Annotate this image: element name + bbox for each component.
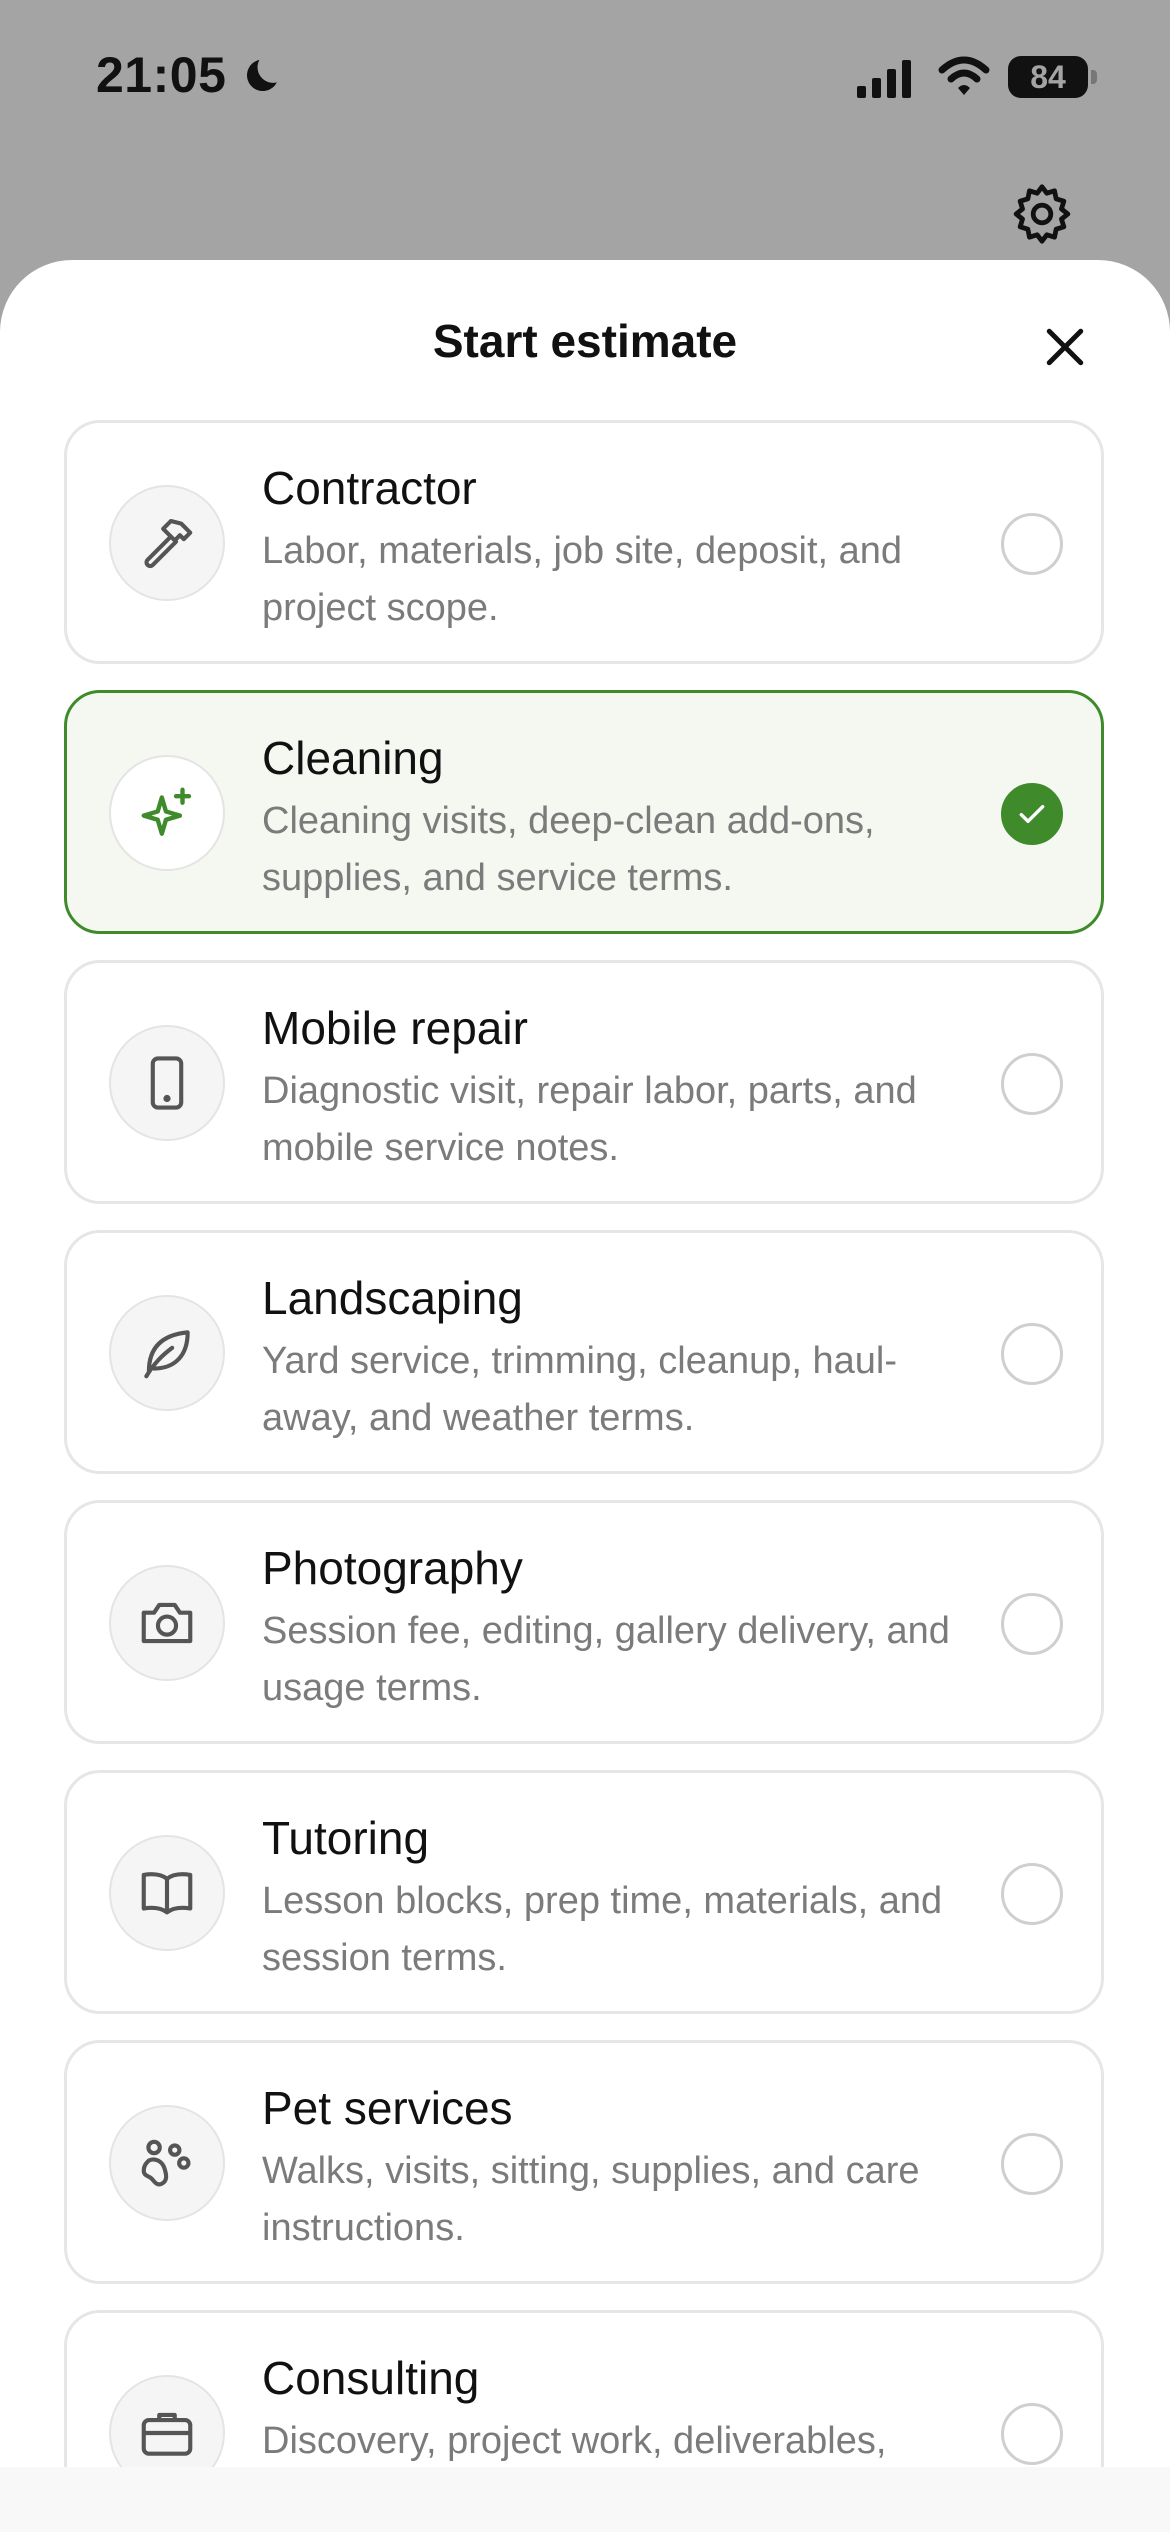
option-description: Cleaning visits, deep-clean add-ons, sup… — [262, 800, 875, 899]
option-title: Tutoring — [262, 1812, 430, 1864]
option-title: Photography — [262, 1542, 523, 1594]
radio-button[interactable] — [1001, 1053, 1063, 1115]
option-description: Labor, materials, job site, deposit, and… — [262, 530, 903, 629]
option-description: Yard service, trimming, cleanup, haul-aw… — [262, 1340, 897, 1439]
option-title: Contractor — [262, 462, 477, 514]
option-card-tutoring[interactable]: Tutoring Lesson blocks, prep time, mater… — [64, 1770, 1104, 2014]
radio-button[interactable] — [1001, 1323, 1063, 1385]
gear-icon[interactable] — [1010, 182, 1074, 246]
option-description: Session fee, editing, gallery delivery, … — [262, 1610, 950, 1709]
icon-circle — [109, 2105, 225, 2221]
option-description: Discovery, project work, deliverables, — [262, 2420, 887, 2462]
radio-button[interactable] — [1001, 1593, 1063, 1655]
icon-circle — [109, 1295, 225, 1411]
briefcase-icon — [141, 2412, 193, 2456]
wifi-icon — [938, 56, 990, 95]
battery-indicator: 84 — [1008, 56, 1098, 100]
option-card-cleaning[interactable]: Cleaning Cleaning visits, deep-clean add… — [64, 690, 1104, 934]
option-card-pet-services[interactable]: Pet services Walks, visits, sitting, sup… — [64, 2040, 1104, 2284]
sheet-title: Start estimate — [432, 315, 738, 367]
status-bar: 21:05 84 — [0, 0, 1170, 160]
radio-button-checked[interactable] — [1001, 783, 1063, 845]
cellular-signal-icon — [857, 60, 911, 98]
option-card-photography[interactable]: Photography Session fee, editing, galler… — [64, 1500, 1104, 1744]
option-card-contractor[interactable]: Contractor Labor, materials, job site, d… — [64, 420, 1104, 664]
option-title: Consulting — [262, 2352, 480, 2404]
start-estimate-sheet: Start estimate Contractor Labor, materia… — [0, 260, 1170, 2532]
option-description: Lesson blocks, prep time, materials, and… — [262, 1880, 943, 1979]
checkmark-icon — [1019, 804, 1045, 824]
moon-icon — [247, 59, 277, 92]
radio-button[interactable] — [1001, 2133, 1063, 2195]
option-card-mobile-repair[interactable]: Mobile repair Diagnostic visit, repair l… — [64, 960, 1104, 1204]
paw-icon — [141, 2139, 191, 2187]
battery-level: 84 — [1030, 59, 1066, 95]
battery-tip — [1091, 70, 1097, 84]
icon-circle — [109, 1835, 225, 1951]
icon-circle — [109, 755, 225, 871]
hammer-icon — [144, 518, 193, 569]
icon-circle — [109, 1025, 225, 1141]
radio-button[interactable] — [1001, 1863, 1063, 1925]
option-description: Diagnostic visit, repair labor, parts, a… — [262, 1070, 917, 1169]
option-title: Cleaning — [262, 732, 444, 784]
option-description: Walks, visits, sitting, supplies, and ca… — [262, 2150, 920, 2249]
close-icon[interactable] — [1038, 320, 1092, 374]
option-title: Pet services — [262, 2082, 513, 2134]
icon-circle — [109, 485, 225, 601]
option-title: Landscaping — [262, 1272, 523, 1324]
bottom-safe-area — [0, 2467, 1170, 2532]
radio-button[interactable] — [1001, 513, 1063, 575]
option-card-landscaping[interactable]: Landscaping Yard service, trimming, clea… — [64, 1230, 1104, 1474]
sparkles-icon — [141, 787, 192, 836]
leaf-icon — [144, 1330, 190, 1379]
book-icon — [141, 1872, 193, 1915]
icon-circle — [109, 1565, 225, 1681]
camera-icon — [141, 1602, 193, 1644]
status-time: 21:05 — [96, 47, 227, 103]
radio-button[interactable] — [1001, 2403, 1063, 2465]
phone-icon — [150, 1056, 184, 1110]
option-title: Mobile repair — [262, 1002, 528, 1054]
